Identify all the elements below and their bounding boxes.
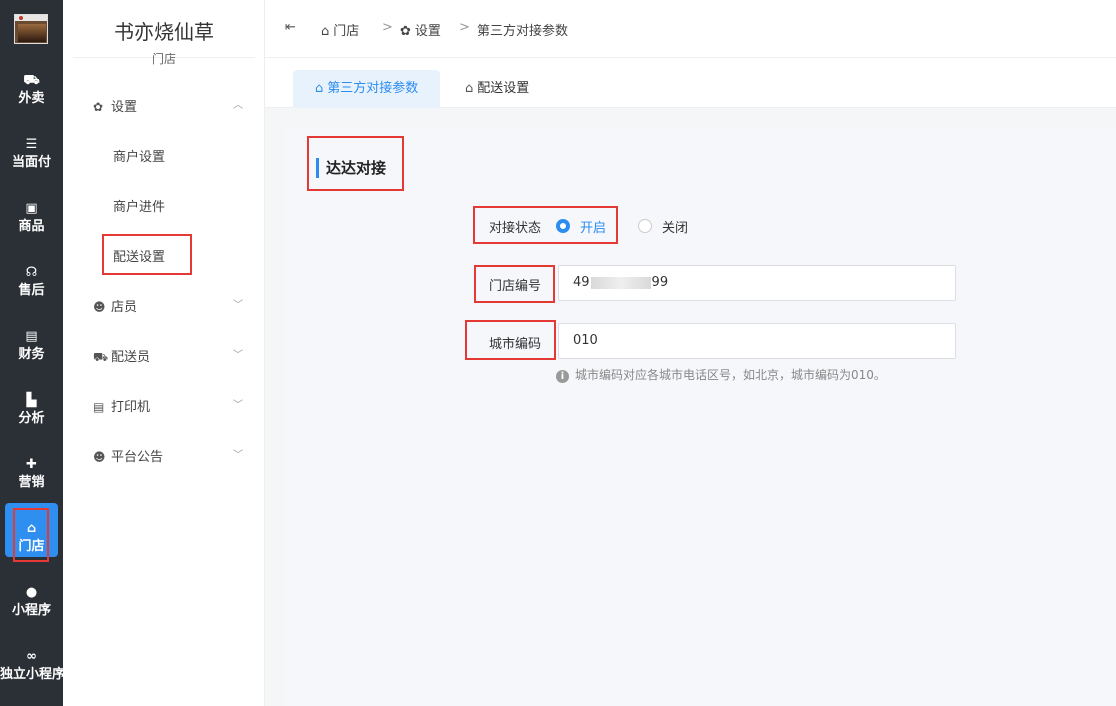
nav-item-9[interactable]: ∞ 独立小程序 xyxy=(0,642,63,698)
chevron-down-icon: ﹀ xyxy=(233,350,243,361)
tab-third-party-params-label: 第三方对接参数 xyxy=(327,81,419,96)
highlight-box-city-code xyxy=(465,320,556,360)
highlight-box-store-no xyxy=(474,265,555,303)
secondary-menu: 书亦烧仙草 门店 ✿ 设置 ︿ 商户设置 商户进件 配送设置 ☻ 店员 ﹀ ⛟ 配送员… xyxy=(63,0,265,706)
menu-courier-label: 配送员 xyxy=(111,350,151,365)
main-sidebar: ⛟ 外卖 ☰ 当面付 ▣ 商品 ☊ 售后 ▤ 财务 ▙ 分析 ✚ 营销 ⌂ 门店 ● 小程序 ∞ 独立小程序 xyxy=(0,0,63,706)
link-icon: ∞ xyxy=(26,649,37,664)
menu-announcement-label: 平台公告 xyxy=(111,450,164,465)
menu-settings-label: 设置 xyxy=(111,100,138,115)
chevron-up-icon: ︿ xyxy=(233,100,243,111)
printer-icon: ▤ xyxy=(93,400,105,414)
chevron-down-icon: ﹀ xyxy=(233,450,243,461)
nav-item-2[interactable]: ▣ 商品 xyxy=(0,194,63,250)
nav-item-label: 商品 xyxy=(18,219,45,234)
city-code-input[interactable]: 010 xyxy=(558,323,956,359)
nav-item-label: 小程序 xyxy=(11,603,51,618)
chevron-down-icon: ﹀ xyxy=(233,400,243,411)
finance-icon: ▤ xyxy=(25,329,38,344)
nav-item-label: 独立小程序 xyxy=(0,667,63,682)
settings-card xyxy=(285,128,1116,706)
nav-item-label: 营销 xyxy=(18,475,45,490)
nav-item-6[interactable]: ✚ 营销 xyxy=(0,450,63,506)
nav-item-0[interactable]: ⛟ 外卖 xyxy=(0,66,63,122)
breadcrumb-separator: > xyxy=(382,20,393,35)
radio-status-off[interactable] xyxy=(638,219,652,233)
breadcrumb-settings-label: 设置 xyxy=(414,24,441,39)
breadcrumb-settings[interactable]: ✿ 设置 xyxy=(400,20,441,39)
nav-item-label: 分析 xyxy=(18,411,45,426)
announcement-icon: ☻ xyxy=(93,450,106,464)
store-logo xyxy=(14,14,48,44)
store-icon: ⌂ xyxy=(465,81,474,96)
tab-third-party-params[interactable]: ⌂ 第三方对接参数 xyxy=(293,70,441,108)
tab-delivery-settings-label: 配送设置 xyxy=(477,81,530,96)
store-icon: ⌂ xyxy=(321,24,330,39)
highlight-box-status xyxy=(473,206,618,244)
menu-staff[interactable]: ☻ 店员 ﹀ xyxy=(93,296,243,316)
info-icon: i xyxy=(556,370,569,383)
store-no-prefix: 49 xyxy=(573,275,590,290)
staff-icon: ☻ xyxy=(93,300,106,314)
menu-courier[interactable]: ⛟ 配送员 ﹀ xyxy=(93,346,243,366)
wechat-icon: ● xyxy=(25,585,38,600)
top-header: ⇤ ⌂ 门店 > ✿ 设置 > 第三方对接参数 xyxy=(265,0,1116,58)
menu-announcement[interactable]: ☻ 平台公告 ﹀ xyxy=(93,446,243,466)
highlight-box-section-title xyxy=(307,136,404,191)
tab-delivery-settings[interactable]: ⌂ 配送设置 xyxy=(465,70,529,108)
store-icon: ⌂ xyxy=(315,81,324,96)
list-icon: ☰ xyxy=(25,137,38,152)
headset-icon: ☊ xyxy=(25,265,38,280)
nav-item-label: 财务 xyxy=(18,347,45,362)
city-code-hint-text: 城市编码对应各城市电话区号，如北京，城市编码为010。 xyxy=(575,368,886,382)
chevron-down-icon: ﹀ xyxy=(233,300,243,311)
menu-staff-label: 店员 xyxy=(111,300,138,315)
gear-icon: ✿ xyxy=(93,100,104,114)
breadcrumb-separator: > xyxy=(459,20,470,35)
collapse-sidebar-icon[interactable]: ⇤ xyxy=(285,20,296,35)
nav-item-1[interactable]: ☰ 当面付 xyxy=(0,130,63,186)
city-code-hint: i 城市编码对应各城市电话区号，如北京，城市编码为010。 xyxy=(556,366,886,383)
breadcrumb-store-label: 门店 xyxy=(333,24,360,39)
bar-chart-icon: ▙ xyxy=(26,393,37,408)
store-subtitle: 门店 xyxy=(151,52,176,66)
scooter-icon: ⛟ xyxy=(23,73,40,88)
nav-item-label: 售后 xyxy=(18,283,45,298)
tab-bar: ⌂ 第三方对接参数 ⌂ 配送设置 xyxy=(265,58,1116,108)
courier-icon: ⛟ xyxy=(93,350,109,364)
gear-icon: ✿ xyxy=(400,24,411,39)
nav-item-label: 外卖 xyxy=(18,91,45,106)
menu-merchant-settings[interactable]: 商户设置 xyxy=(113,146,165,165)
nav-item-5[interactable]: ▙ 分析 xyxy=(0,386,63,442)
gift-box-icon: ▣ xyxy=(25,201,38,216)
breadcrumb-current: 第三方对接参数 xyxy=(477,24,569,39)
store-no-input[interactable]: 49 99 xyxy=(558,265,956,301)
nav-item-8[interactable]: ● 小程序 xyxy=(0,578,63,634)
nav-item-label: 当面付 xyxy=(11,155,51,170)
menu-settings[interactable]: ✿ 设置 ︿ xyxy=(93,96,243,116)
breadcrumb-store[interactable]: ⌂ 门店 xyxy=(321,20,359,39)
menu-printer-label: 打印机 xyxy=(111,400,151,415)
highlight-box-nav-store xyxy=(13,508,49,562)
nav-item-4[interactable]: ▤ 财务 xyxy=(0,322,63,378)
store-no-suffix: 99 xyxy=(651,275,669,290)
store-name: 书亦烧仙草 xyxy=(114,20,214,44)
radio-status-off-label[interactable]: 关闭 xyxy=(662,217,688,236)
redacted-value xyxy=(590,276,651,289)
menu-merchant-onboarding[interactable]: 商户进件 xyxy=(113,196,165,215)
highlight-box-delivery-settings xyxy=(102,234,192,275)
menu-printer[interactable]: ▤ 打印机 ﹀ xyxy=(93,396,243,416)
nav-item-3[interactable]: ☊ 售后 xyxy=(0,258,63,314)
gift-icon: ✚ xyxy=(26,457,37,472)
